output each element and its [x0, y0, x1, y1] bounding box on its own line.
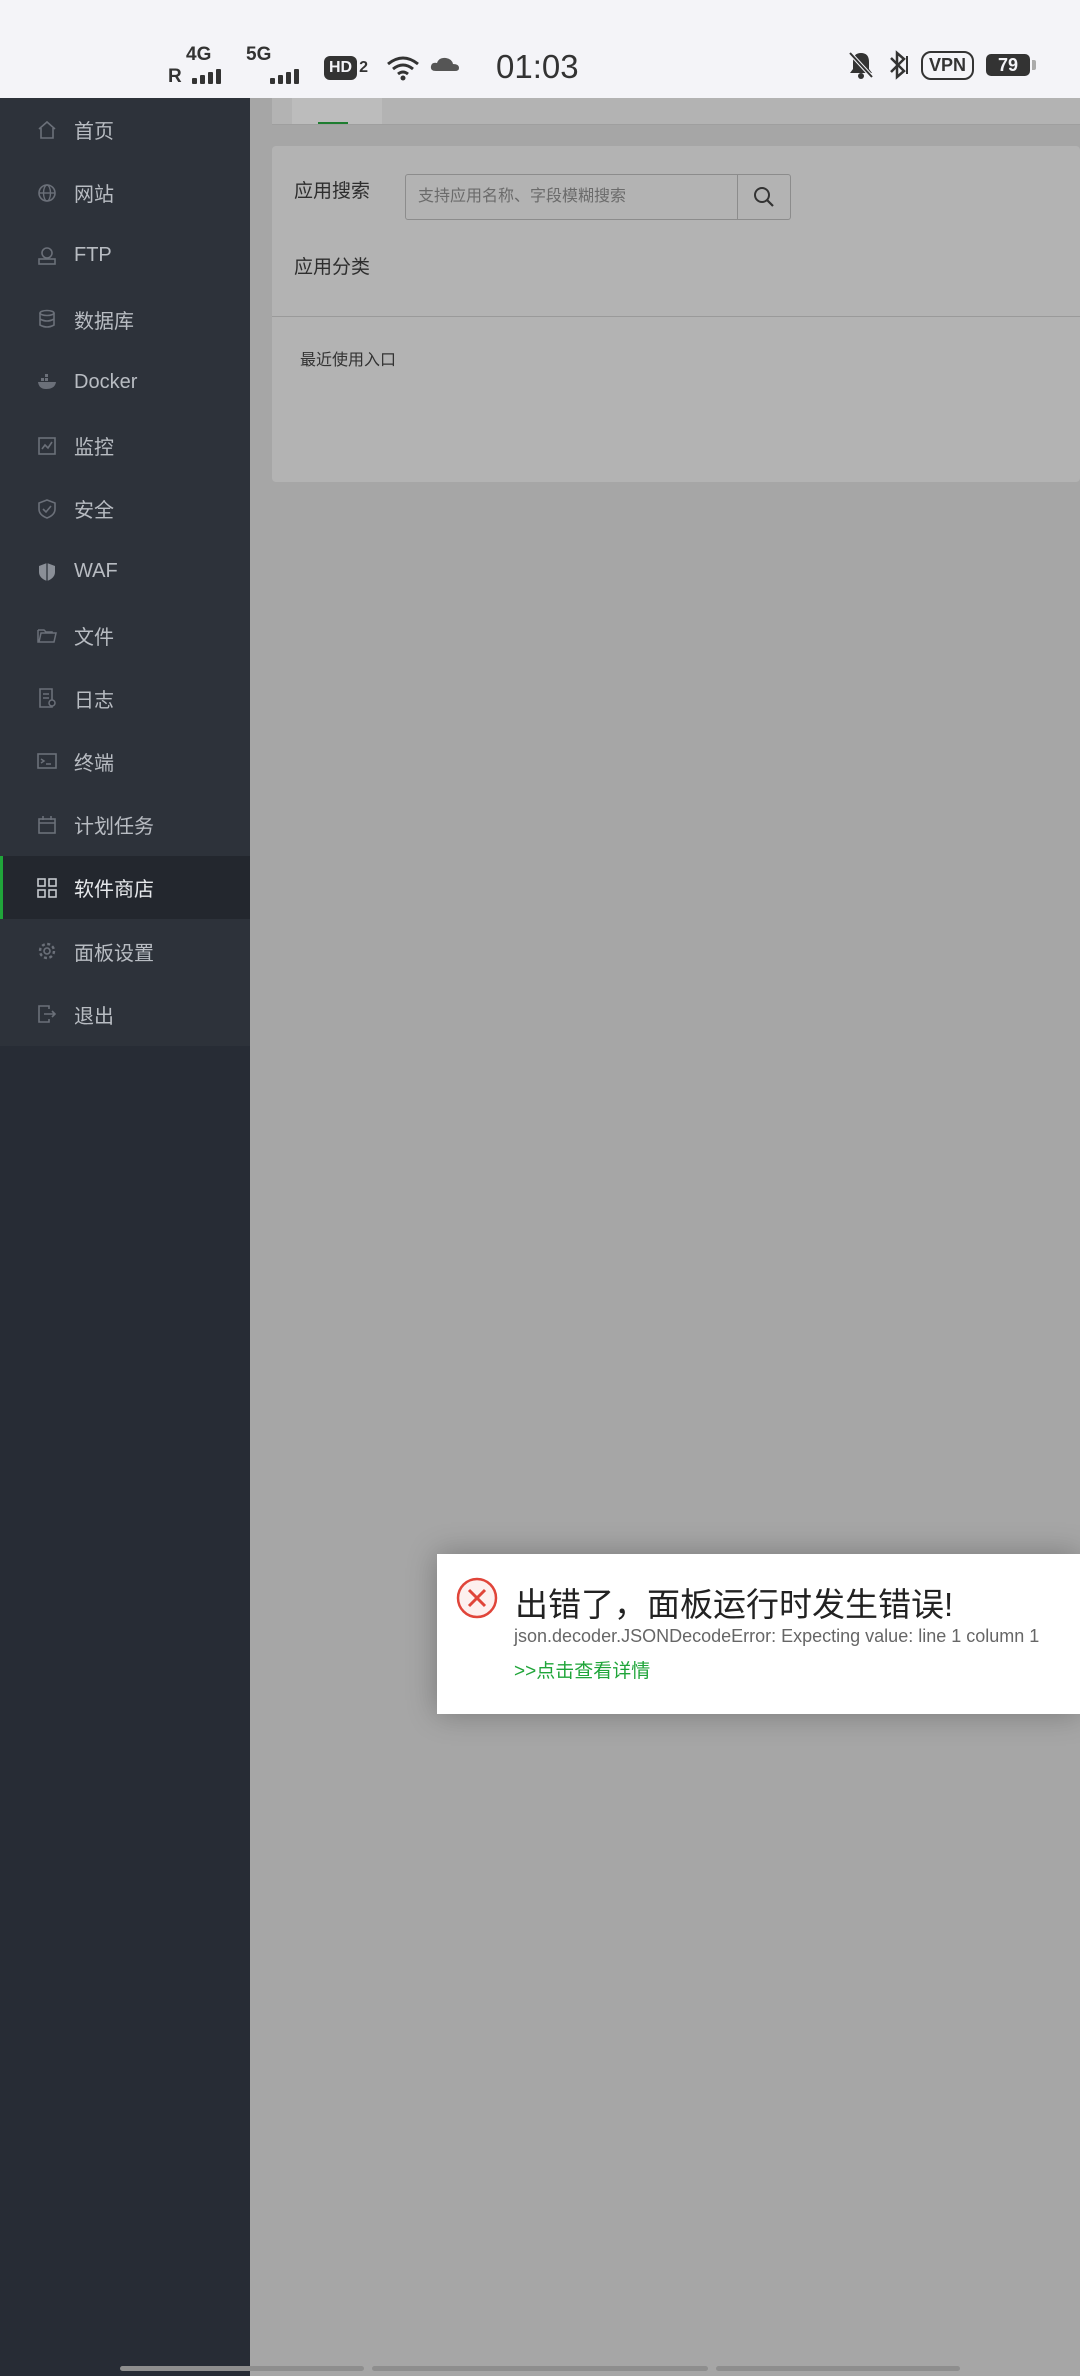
- hd-label: HD: [324, 56, 358, 80]
- sidebar-item-files[interactable]: 文件: [0, 604, 250, 667]
- sidebar-item-app-store[interactable]: 软件商店: [0, 856, 250, 920]
- sidebar-item-label: 面板设置: [74, 942, 154, 965]
- logout-icon: [37, 1004, 57, 1024]
- recent-entries-label: 最近使用入口: [300, 352, 397, 369]
- sidebar-item-label: 网站: [74, 184, 114, 207]
- hd-sub: 2: [359, 59, 369, 76]
- ftp-icon: [37, 246, 57, 266]
- network-type-1: 4G: [186, 44, 212, 65]
- shield-icon: [37, 498, 57, 519]
- sidebar-item-website[interactable]: 网站: [0, 161, 250, 224]
- sidebar-item-label: 日志: [74, 689, 114, 712]
- bluetooth-icon: [890, 50, 908, 80]
- vpn-indicator: VPN: [920, 50, 974, 80]
- sidebar-item-label: 计划任务: [74, 816, 154, 839]
- roaming-indicator: R: [168, 66, 182, 87]
- apps-grid-icon: [37, 878, 57, 898]
- sidebar-item-label: 数据库: [74, 310, 134, 333]
- sidebar-item-security[interactable]: 安全: [0, 477, 250, 540]
- view-details-link[interactable]: >>点击查看详情: [514, 1656, 650, 1683]
- log-icon: [37, 688, 57, 709]
- search-icon: [754, 187, 774, 207]
- sidebar-item-terminal[interactable]: 终端: [0, 730, 250, 793]
- sidebar-item-label: FTP: [74, 244, 112, 267]
- app-store-panel: 应用搜索 应用分类 最近使用入口: [272, 146, 1080, 482]
- nav-hint-bar: [372, 2366, 708, 2371]
- search-input[interactable]: [406, 175, 750, 219]
- error-message: json.decoder.JSONDecodeError: Expecting …: [514, 1626, 1040, 1646]
- calendar-icon: [37, 815, 57, 835]
- sidebar-menu: 首页 网站 FTP 数据库 Docker 监控 安全 WAF 文件 日志 终端 …: [0, 98, 250, 1046]
- error-title: 出错了，面板运行时发生错误!: [515, 1586, 954, 1623]
- cellular-signal-1: 4G R: [168, 44, 228, 88]
- tab-active-partial[interactable]: [292, 98, 382, 124]
- wifi-icon: [387, 56, 419, 81]
- tab-strip: [272, 98, 1080, 125]
- sidebar-item-docker[interactable]: Docker: [0, 351, 250, 414]
- sidebar: 首页 网站 FTP 数据库 Docker 监控 安全 WAF 文件 日志 终端 …: [0, 98, 250, 2376]
- sidebar-item-home[interactable]: 首页: [0, 98, 250, 161]
- globe-icon: [37, 183, 57, 203]
- sidebar-item-logout[interactable]: 退出: [0, 983, 250, 1046]
- error-icon: [456, 1577, 498, 1619]
- database-icon: [37, 309, 57, 329]
- sidebar-item-label: 退出: [74, 1005, 114, 1028]
- sidebar-item-logs[interactable]: 日志: [0, 667, 250, 730]
- sidebar-item-label: 文件: [74, 626, 114, 649]
- status-bar: 4G R 5G HD 2 01:03 VPN 79: [0, 0, 1080, 98]
- docker-icon: [37, 372, 57, 392]
- mute-bell-icon: [848, 51, 874, 79]
- cellular-signal-2: 5G: [246, 44, 306, 88]
- sidebar-item-label: 监控: [74, 437, 114, 460]
- sidebar-item-label: 终端: [74, 752, 114, 775]
- sidebar-item-cron[interactable]: 计划任务: [0, 793, 250, 856]
- nav-hint-bar: [716, 2366, 960, 2371]
- search-button[interactable]: [737, 175, 790, 219]
- sidebar-item-monitor[interactable]: 监控: [0, 414, 250, 477]
- folder-icon: [37, 625, 57, 645]
- sidebar-item-label: 首页: [74, 121, 114, 144]
- signal-bars-icon: [192, 69, 221, 84]
- terminal-icon: [37, 751, 57, 771]
- search-field[interactable]: [405, 174, 791, 220]
- waf-shield-icon: [37, 562, 57, 582]
- hd-voice-indicator: HD 2: [324, 56, 368, 80]
- home-icon: [37, 120, 57, 140]
- status-clock: 01:03: [496, 48, 579, 85]
- nav-hint-bar: [120, 2366, 364, 2371]
- status-bar-left: 4G R 5G HD 2: [168, 44, 420, 90]
- search-row: 应用搜索: [294, 176, 370, 203]
- monitor-icon: [37, 436, 57, 456]
- sidebar-item-label: Docker: [74, 370, 138, 393]
- error-toast: 出错了，面板运行时发生错误! json.decoder.JSONDecodeEr…: [437, 1554, 1080, 1714]
- sidebar-item-database[interactable]: 数据库: [0, 288, 250, 351]
- cloud-icon: [430, 57, 459, 71]
- divider: [272, 316, 1080, 317]
- gear-icon: [37, 941, 57, 961]
- status-bar-right: VPN 79: [847, 50, 1036, 80]
- search-label: 应用搜索: [294, 181, 371, 202]
- sidebar-item-label: WAF: [74, 560, 118, 583]
- sidebar-item-label: 软件商店: [74, 879, 154, 902]
- sidebar-item-ftp[interactable]: FTP: [0, 224, 250, 287]
- category-label: 应用分类: [294, 257, 371, 278]
- battery-icon: 79: [986, 54, 1036, 76]
- signal-bars-icon: [270, 69, 299, 84]
- network-type-2: 5G: [246, 44, 272, 65]
- sidebar-item-settings[interactable]: 面板设置: [0, 919, 250, 982]
- sidebar-item-waf[interactable]: WAF: [0, 540, 250, 603]
- sidebar-item-label: 安全: [74, 500, 114, 523]
